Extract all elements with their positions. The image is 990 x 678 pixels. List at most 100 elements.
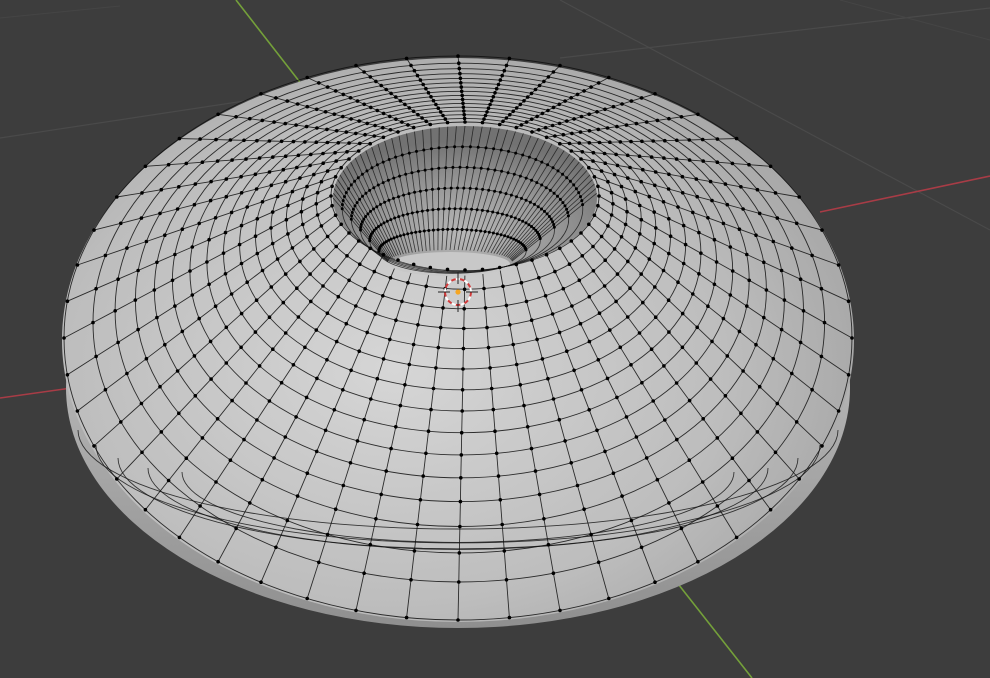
mesh-vertex[interactable] [596, 81, 601, 85]
mesh-vertex[interactable] [463, 268, 467, 272]
mesh-vertex[interactable] [298, 176, 302, 180]
mesh-vertex[interactable] [739, 185, 743, 189]
mesh-vertex[interactable] [303, 140, 307, 144]
mesh-vertex[interactable] [762, 315, 766, 320]
mesh-vertex[interactable] [489, 98, 494, 103]
mesh-vertex[interactable] [480, 267, 485, 272]
mesh-vertex[interactable] [603, 107, 607, 112]
mesh-vertex[interactable] [372, 134, 377, 138]
mesh-vertex[interactable] [552, 223, 556, 226]
mesh-vertex[interactable] [389, 237, 393, 241]
mesh-vertex[interactable] [384, 87, 389, 92]
mesh-vertex[interactable] [274, 545, 278, 550]
mesh-vertex[interactable] [229, 210, 234, 215]
mesh-vertex[interactable] [556, 194, 559, 198]
mesh-vertex[interactable] [365, 121, 370, 126]
mesh-vertex[interactable] [730, 456, 735, 461]
mesh-vertex[interactable] [476, 145, 480, 149]
mesh-vertex[interactable] [653, 92, 657, 96]
mesh-vertex[interactable] [524, 299, 529, 304]
mesh-vertex[interactable] [381, 111, 386, 116]
mesh-vertex[interactable] [546, 163, 550, 167]
mesh-vertex[interactable] [628, 165, 632, 170]
mesh-vertex[interactable] [615, 395, 619, 400]
mesh-vertex[interactable] [483, 230, 487, 234]
mesh-vertex[interactable] [347, 141, 351, 145]
mesh-vertex[interactable] [579, 388, 584, 392]
mesh-vertex[interactable] [357, 119, 362, 123]
mesh-vertex[interactable] [400, 299, 404, 304]
mesh-vertex[interactable] [556, 169, 560, 173]
mesh-vertex[interactable] [681, 261, 686, 266]
mesh-vertex[interactable] [687, 458, 692, 463]
mesh-vertex[interactable] [449, 186, 453, 190]
mesh-vertex[interactable] [421, 474, 426, 478]
mesh-vertex[interactable] [558, 141, 562, 146]
mesh-vertex[interactable] [458, 499, 463, 504]
mesh-vertex[interactable] [509, 193, 513, 197]
mesh-vertex[interactable] [514, 106, 519, 110]
mesh-vertex[interactable] [511, 342, 515, 347]
mesh-vertex[interactable] [745, 304, 749, 308]
mesh-vertex[interactable] [546, 108, 550, 113]
mesh-vertex[interactable] [375, 108, 380, 113]
mesh-vertex[interactable] [528, 200, 532, 204]
mesh-vertex[interactable] [294, 123, 298, 127]
mesh-vertex[interactable] [538, 237, 542, 241]
mesh-vertex[interactable] [570, 131, 574, 136]
mesh-vertex[interactable] [565, 349, 569, 354]
mesh-vertex[interactable] [715, 504, 720, 508]
mesh-vertex[interactable] [666, 187, 671, 191]
mesh-vertex[interactable] [579, 157, 583, 161]
mesh-vertex[interactable] [499, 148, 503, 152]
mesh-vertex[interactable] [798, 277, 803, 282]
mesh-vertex[interactable] [418, 230, 422, 234]
mesh-vertex[interactable] [527, 223, 531, 227]
mesh-vertex[interactable] [411, 109, 416, 114]
mesh-vertex[interactable] [790, 371, 794, 376]
mesh-vertex[interactable] [398, 403, 403, 408]
mesh-vertex[interactable] [487, 230, 491, 234]
mesh-vertex[interactable] [411, 342, 416, 347]
mesh-vertex[interactable] [140, 191, 144, 195]
mesh-vertex[interactable] [144, 239, 149, 244]
mesh-vertex[interactable] [369, 105, 373, 110]
mesh-vertex[interactable] [91, 320, 95, 325]
mesh-vertex[interactable] [360, 220, 364, 224]
mesh-vertex[interactable] [398, 234, 402, 238]
mesh-vertex[interactable] [92, 444, 96, 448]
mesh-vertex[interactable] [140, 450, 144, 455]
mesh-vertex[interactable] [430, 187, 434, 191]
mesh-vertex[interactable] [456, 618, 460, 622]
mesh-vertex[interactable] [197, 221, 201, 226]
mesh-vertex[interactable] [459, 430, 464, 435]
mesh-vertex[interactable] [676, 280, 680, 285]
mesh-vertex[interactable] [661, 200, 666, 204]
mesh-vertex[interactable] [461, 101, 465, 106]
mesh-vertex[interactable] [412, 68, 417, 73]
mesh-vertex[interactable] [595, 110, 599, 114]
mesh-vertex[interactable] [291, 139, 296, 144]
mesh-vertex[interactable] [615, 163, 620, 168]
mesh-vertex[interactable] [779, 268, 784, 273]
mesh-vertex[interactable] [480, 120, 485, 125]
mesh-vertex[interactable] [253, 330, 258, 334]
mesh-vertex[interactable] [401, 213, 405, 217]
mesh-vertex[interactable] [674, 157, 679, 161]
mesh-vertex[interactable] [323, 110, 328, 114]
mesh-vertex[interactable] [429, 147, 433, 151]
mesh-vertex[interactable] [596, 203, 600, 208]
mesh-vertex[interactable] [459, 81, 463, 85]
mesh-vertex[interactable] [437, 146, 441, 150]
mesh-vertex[interactable] [552, 225, 556, 229]
mesh-vertex[interactable] [370, 166, 374, 170]
mesh-vertex[interactable] [385, 219, 389, 223]
mesh-vertex[interactable] [283, 331, 288, 335]
mesh-vertex[interactable] [366, 212, 370, 216]
mesh-vertex[interactable] [355, 439, 360, 443]
mesh-vertex[interactable] [363, 132, 367, 137]
mesh-vertex[interactable] [500, 212, 504, 216]
mesh-vertex[interactable] [431, 208, 435, 212]
mesh-vertex[interactable] [362, 70, 366, 74]
mesh-vertex[interactable] [334, 159, 339, 163]
